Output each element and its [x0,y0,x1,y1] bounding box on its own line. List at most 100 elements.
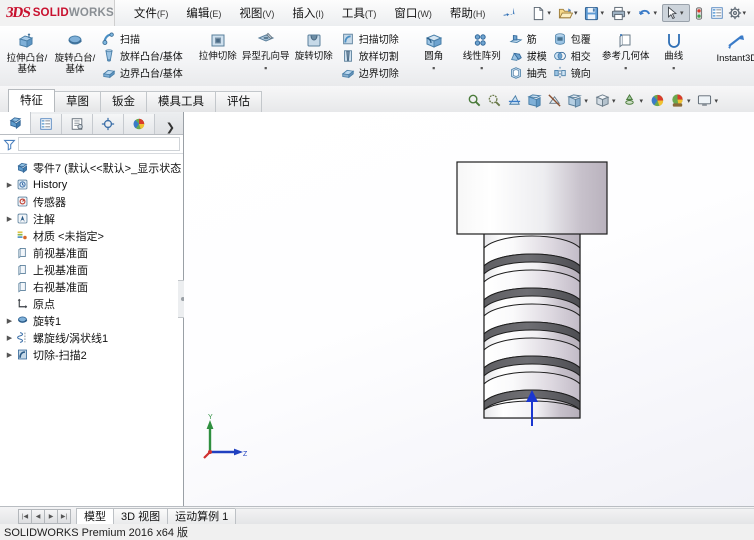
tab-sketch[interactable]: 草图 [54,91,101,112]
hole-wizard-dropdown[interactable]: ▪ [264,63,267,72]
tree-item-top-plane[interactable]: 上视基准面 [0,261,183,278]
chevron-down-icon[interactable]: ▾ [639,97,643,105]
bottom-tab-motion-study[interactable]: 运动算例 1 [167,507,237,525]
chevron-right-icon[interactable]: ❯ [158,121,183,134]
menu-insert[interactable]: 插入(I) [283,2,333,24]
extrude-cut-button[interactable]: 拉伸切除 [194,28,242,63]
menu-edit[interactable]: 编辑(E) [177,2,230,24]
revolve-boss-button[interactable]: 旋转凸台/基体 [51,28,99,75]
sweep-button[interactable]: 扫描 [99,30,186,47]
chevron-down-icon[interactable]: ▾ [687,97,691,105]
tree-item-history[interactable]: ▶ History [0,176,183,193]
tree-expand-arrow[interactable]: ▶ [4,215,15,223]
hole-wizard-button[interactable]: 异型孔向导 ▪ [242,28,290,72]
hide-show-button[interactable] [545,92,564,109]
tree-item-front-plane[interactable]: 前视基准面 [0,244,183,261]
display-style-button[interactable]: ▾ [565,92,592,109]
nav-next-button[interactable]: ▶ [44,508,58,524]
chevron-down-icon[interactable]: ▾ [600,9,604,17]
feature-filter-input[interactable] [18,137,180,151]
wrap-button[interactable]: 包覆 [550,30,594,47]
tree-item-material[interactable]: 材质 <未指定> [0,227,183,244]
menu-help[interactable]: 帮助(H) [441,2,495,24]
menu-tools[interactable]: 工具(T) [333,2,386,24]
tree-expand-arrow[interactable]: ▶ [4,351,15,359]
loft-boss-button[interactable]: 放样凸台/基体 [99,47,186,64]
nav-last-button[interactable]: ▶| [57,508,71,524]
configuration-manager-tab[interactable] [62,114,93,134]
nav-first-button[interactable]: |◀ [18,508,32,524]
zoom-to-area-button[interactable] [485,92,504,109]
menu-file[interactable]: 文件(F) [125,2,178,24]
file-properties-button[interactable] [708,5,726,21]
reference-geometry-dropdown[interactable]: ▪ [624,63,627,72]
boundary-cut-button[interactable]: 边界切除 [338,64,402,81]
tab-features[interactable]: 特征 [8,89,55,112]
chevron-down-icon[interactable]: ▾ [714,97,718,105]
tree-item-helix[interactable]: ▶ 螺旋线/涡状线1 [0,329,183,346]
tab-evaluate[interactable]: 评估 [215,91,262,112]
new-document-button[interactable]: ▾ [529,5,556,22]
chevron-down-icon[interactable]: ▾ [584,97,588,105]
display-manager-button[interactable]: ▾ [668,92,695,109]
solidworks-logo[interactable]: 3DS SOLIDWORKS [0,0,115,26]
tree-item-sensors[interactable]: 传感器 [0,193,183,210]
fillet-button[interactable]: 圆角 ▪ [410,28,458,72]
loft-cut-button[interactable]: 放样切割 [338,47,402,64]
intersect-button[interactable]: 相交 [550,47,594,64]
fillet-dropdown[interactable]: ▪ [432,63,435,72]
display-settings-button[interactable]: ▾ [695,92,722,109]
select-tool-button[interactable]: ▾ [662,4,690,22]
curves-dropdown[interactable]: ▪ [672,63,675,72]
tree-item-revolve1[interactable]: ▶ 旋转1 [0,312,183,329]
tree-item-origin[interactable]: 原点 [0,295,183,312]
tree-item-sweep-cut2[interactable]: ▶ 切除-扫描2 [0,346,183,363]
view-orientation-button[interactable] [525,92,544,109]
display-manager-tab[interactable] [124,114,155,134]
instant3d-button[interactable]: Instant3D [706,28,754,65]
options-button[interactable]: ▾ [726,5,752,21]
tree-item-right-plane[interactable]: 右视基准面 [0,278,183,295]
mirror-button[interactable]: 镜向 [550,64,594,81]
property-manager-tab[interactable] [31,114,62,134]
nav-prev-button[interactable]: ◀ [31,508,45,524]
tree-expand-arrow[interactable]: ▶ [4,334,15,342]
tab-sheetmetal[interactable]: 钣金 [100,91,147,112]
zoom-to-fit-button[interactable] [465,92,484,109]
tree-expand-arrow[interactable]: ▶ [4,181,15,189]
chevron-down-icon[interactable]: ▾ [743,9,747,17]
chevron-down-icon[interactable]: ▾ [547,9,551,17]
tree-item-annotations[interactable]: ▶ 注解 [0,210,183,227]
save-document-button[interactable]: ▾ [582,5,609,22]
chevron-down-icon[interactable]: ▾ [612,97,616,105]
draft-button[interactable]: 拔模 [506,47,550,64]
curves-button[interactable]: 曲线 ▪ [650,28,698,72]
extrude-boss-button[interactable]: 拉伸凸台/基体 [3,28,51,75]
open-document-button[interactable]: ▾ [556,5,583,22]
revolve-cut-button[interactable]: 旋转切除 [290,28,338,63]
linear-pattern-button[interactable]: 线性阵列 ▪ [458,28,506,72]
menu-view[interactable]: 视图(V) [230,2,283,24]
feature-manager-tab[interactable] [0,112,31,134]
tab-mold-tools[interactable]: 模具工具 [146,91,216,112]
appearances-button[interactable] [648,92,667,109]
rib-button[interactable]: 筋 [506,30,550,47]
view-cube-button[interactable]: ▾ [593,92,620,109]
boundary-boss-button[interactable]: 边界凸台/基体 [99,64,186,81]
print-document-button[interactable]: ▾ [609,5,636,22]
tree-expand-arrow[interactable]: ▶ [4,317,15,325]
linear-pattern-dropdown[interactable]: ▪ [480,63,483,72]
tree-root-item[interactable]: 零件7 (默认<<默认>_显示状态 1>) [0,159,183,176]
bottom-tab-3dviews[interactable]: 3D 视图 [113,507,169,525]
apply-scene-button[interactable]: ▾ [620,92,647,109]
undo-button[interactable]: ▾ [635,5,662,22]
chevron-down-icon[interactable]: ▾ [653,9,657,17]
section-view-button[interactable] [505,92,524,109]
pushpin-icon[interactable] [499,3,519,24]
bottom-tab-model[interactable]: 模型 [76,507,114,525]
rebuild-button[interactable] [690,5,708,22]
reference-geometry-button[interactable]: 参考几何体 ▪ [602,28,650,72]
dimxpert-manager-tab[interactable] [93,114,124,134]
screw-model[interactable] [442,154,642,434]
graphics-viewport[interactable]: Y Z [184,112,754,506]
